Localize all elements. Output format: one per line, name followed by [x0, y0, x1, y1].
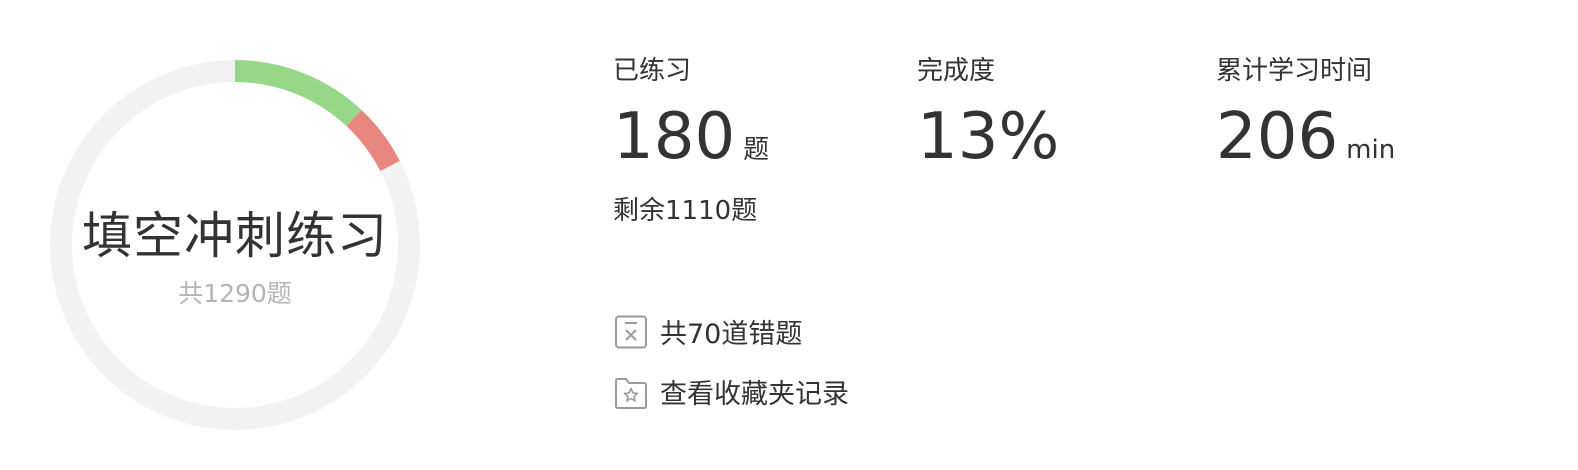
ring-segment-wrong	[346, 110, 400, 172]
stat-study-time: 累计学习时间 206 min	[1216, 54, 1395, 186]
stat-completion-value: 13%	[917, 100, 1060, 174]
ring-subtitle: 共1290题	[178, 279, 292, 308]
stat-completion-value-row: 13%	[917, 104, 1059, 186]
stat-completion: 完成度 13%	[917, 54, 1059, 186]
stat-practiced: 已练习 180 题	[613, 54, 769, 186]
wrong-questions-icon	[614, 315, 648, 349]
favorites-folder-icon	[614, 375, 648, 409]
stat-practiced-value-row: 180 题	[613, 104, 769, 186]
practice-overview: 填空冲刺练习 共1290题 已练习 180 题 完成度 13% 累计学习时间 20…	[0, 0, 1578, 470]
favorites-link[interactable]: 查看收藏夹记录	[614, 372, 849, 411]
ring-segment-correct	[234, 60, 362, 127]
remaining-count: 剩余1110题	[613, 196, 758, 226]
stat-study-time-value: 206	[1216, 100, 1339, 174]
favorites-label: 查看收藏夹记录	[660, 379, 849, 410]
stat-study-time-label: 累计学习时间	[1216, 56, 1373, 86]
wrong-questions-link[interactable]: 共70道错题	[614, 312, 802, 351]
wrong-questions-label: 共70道错题	[660, 319, 803, 350]
stat-study-time-unit: min	[1346, 135, 1396, 165]
stat-completion-label: 完成度	[917, 56, 996, 86]
stat-study-time-value-row: 206 min	[1216, 104, 1395, 186]
ring-title: 填空冲刺练习	[82, 207, 388, 265]
progress-ring: 填空冲刺练习 共1290题	[48, 58, 422, 432]
stat-practiced-unit: 题	[743, 135, 770, 165]
stat-practiced-value: 180	[613, 100, 736, 174]
stat-practiced-label: 已练习	[613, 56, 692, 86]
